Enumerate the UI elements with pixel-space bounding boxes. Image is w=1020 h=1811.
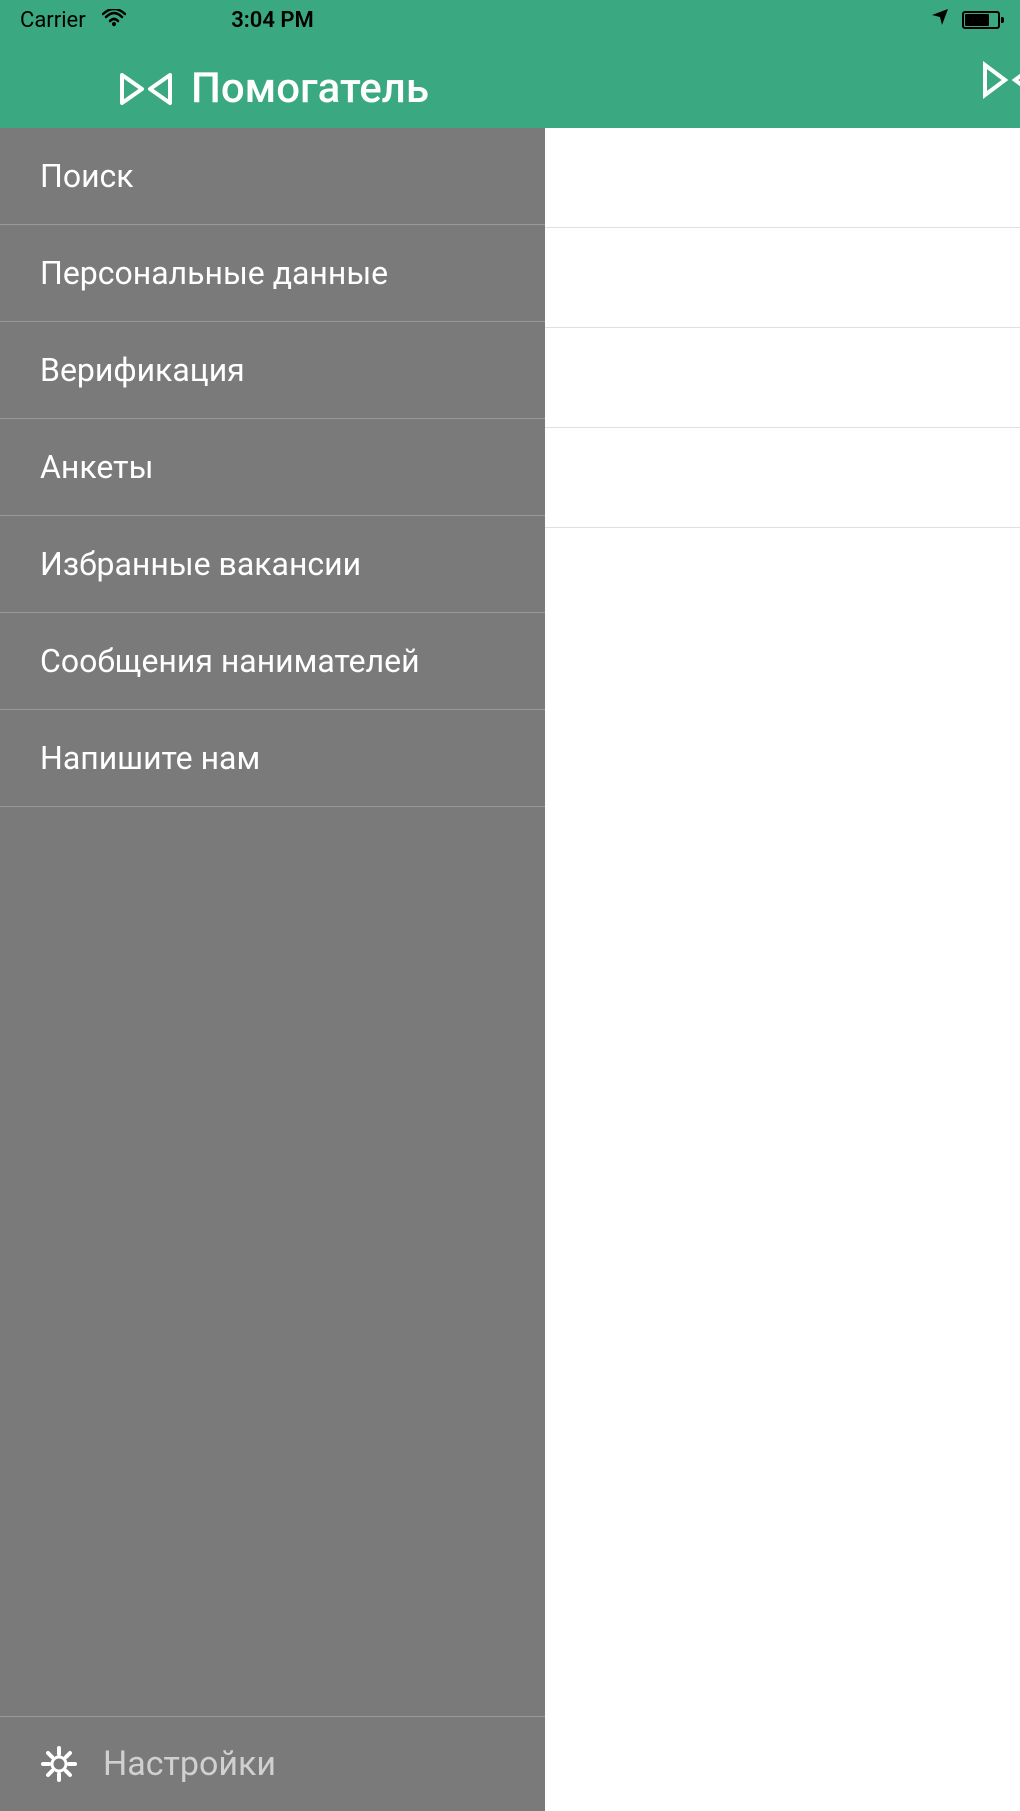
- sidebar-menu: Поиск Персональные данные Верификация Ан…: [0, 128, 545, 1716]
- menu-item-forms[interactable]: Анкеты: [0, 419, 545, 516]
- menu-item-favorite-vacancies[interactable]: Избранные вакансии: [0, 516, 545, 613]
- status-bar-left: Carrier 3:04 PM: [0, 0, 545, 40]
- sidebar-drawer: Carrier 3:04 PM Помогатель Поиск Персона…: [0, 0, 545, 1811]
- menu-item-verification[interactable]: Верификация: [0, 322, 545, 419]
- wifi-icon: [102, 8, 126, 33]
- menu-item-label: Избранные вакансии: [40, 545, 361, 583]
- sidebar-header: Carrier 3:04 PM Помогатель: [0, 0, 545, 128]
- logo-partial-icon: [980, 60, 1020, 110]
- menu-item-search[interactable]: Поиск: [0, 128, 545, 225]
- menu-item-label: Верификация: [40, 351, 245, 389]
- time-label: 3:04 PM: [231, 8, 314, 33]
- menu-item-label: Персональные данные: [40, 254, 388, 292]
- menu-item-label: Напишите нам: [40, 739, 260, 777]
- menu-item-label: Сообщения нанимателей: [40, 642, 420, 680]
- menu-item-contact-us[interactable]: Напишите нам: [0, 710, 545, 807]
- menu-item-settings[interactable]: Настройки: [0, 1716, 545, 1811]
- menu-item-label: Поиск: [40, 157, 134, 195]
- settings-label: Настройки: [103, 1744, 276, 1784]
- app-logo: Помогатель: [116, 64, 429, 113]
- carrier-label: Carrier: [20, 8, 86, 33]
- gear-icon: [40, 1745, 78, 1783]
- menu-item-personal-data[interactable]: Персональные данные: [0, 225, 545, 322]
- app-title: Помогатель: [191, 64, 429, 113]
- menu-item-employer-messages[interactable]: Сообщения нанимателей: [0, 613, 545, 710]
- battery-icon: [962, 11, 1000, 29]
- location-icon: [930, 7, 950, 33]
- bowtie-icon: [116, 69, 176, 109]
- menu-item-label: Анкеты: [40, 448, 153, 486]
